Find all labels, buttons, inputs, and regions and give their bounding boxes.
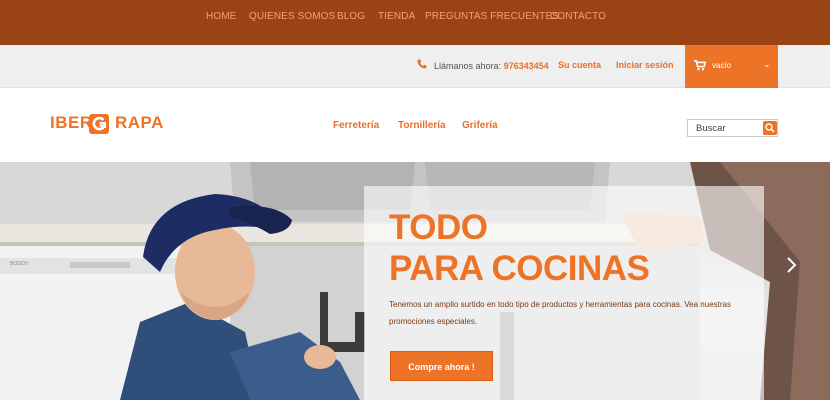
chevron-right-icon[interactable]: [786, 256, 798, 274]
call-now-text: Llámanos ahora: 976343454: [434, 61, 549, 71]
top-navigation: HOME QUIENES SOMOS BLOG TIENDA PREGUNTAS…: [0, 0, 830, 45]
nav-contacto[interactable]: CONTACTO: [550, 11, 606, 22]
nav-quienes-somos[interactable]: QUIENES SOMOS: [249, 11, 335, 22]
hero-title-line1: TODO: [389, 208, 488, 247]
shop-now-button[interactable]: Compre ahora !: [390, 351, 493, 381]
cart-button[interactable]: vacío ⌄: [685, 45, 778, 88]
nav-tienda[interactable]: TIENDA: [378, 11, 415, 22]
login-link[interactable]: Iniciar sesión: [616, 60, 674, 70]
search-input[interactable]: [688, 120, 762, 136]
nav-blog[interactable]: BLOG: [337, 11, 365, 22]
chevron-down-icon: ⌄: [763, 59, 771, 69]
category-tornilleria[interactable]: Tornillería: [398, 120, 446, 131]
cart-status: vacío: [712, 61, 732, 70]
category-griferia[interactable]: Grifería: [462, 120, 498, 131]
search-icon: [765, 123, 775, 133]
cart-icon: [694, 60, 706, 71]
logo-mark-icon: [89, 114, 109, 134]
category-ferreteria[interactable]: Ferretería: [333, 120, 379, 131]
logo-text-left: IBER: [50, 113, 93, 132]
logo-text-right: RAPA: [115, 113, 164, 132]
nav-home[interactable]: HOME: [206, 11, 236, 22]
phone-number[interactable]: 976343454: [504, 61, 549, 71]
call-label: Llámanos ahora:: [434, 61, 502, 71]
account-link[interactable]: Su cuenta: [558, 60, 601, 70]
phone-icon: [417, 59, 427, 69]
search-button[interactable]: [763, 121, 777, 135]
nav-preguntas-frecuentes[interactable]: PREGUNTAS FRECUENTES: [425, 11, 559, 22]
svg-text:BOSCH: BOSCH: [10, 261, 28, 267]
hero-description: Tenemos un amplio surtido en todo tipo d…: [389, 300, 731, 327]
search-box: [687, 119, 778, 137]
hero-title-line2: PARA COCINAS: [389, 249, 650, 288]
